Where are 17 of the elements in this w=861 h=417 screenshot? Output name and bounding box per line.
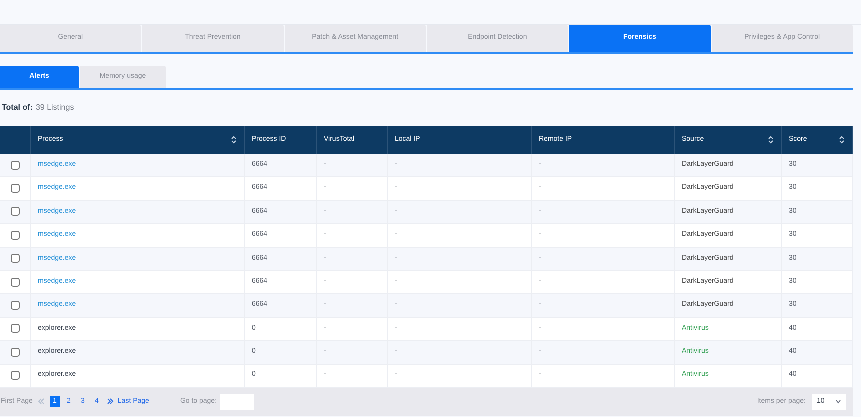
row-checkbox[interactable] (10, 348, 20, 357)
row-checkbox[interactable] (10, 371, 20, 380)
row-checkbox[interactable] (10, 254, 20, 264)
total-label: Total of: (2, 102, 33, 114)
sort-icon[interactable] (768, 135, 774, 145)
row-checkbox[interactable] (10, 301, 20, 310)
sort-icon[interactable] (839, 135, 845, 145)
sort-icon[interactable] (231, 135, 237, 145)
row-checkbox[interactable] (10, 324, 20, 334)
double-chevron-right-icon[interactable] (106, 398, 114, 406)
row-checkbox[interactable] (10, 278, 20, 287)
row-checkbox[interactable] (10, 184, 20, 194)
row-checkbox[interactable] (10, 207, 20, 216)
row-checkbox[interactable] (10, 160, 20, 170)
total-count: 39 Listings (36, 102, 74, 114)
row-checkbox[interactable] (10, 230, 20, 240)
chevron-down-icon (836, 400, 841, 404)
